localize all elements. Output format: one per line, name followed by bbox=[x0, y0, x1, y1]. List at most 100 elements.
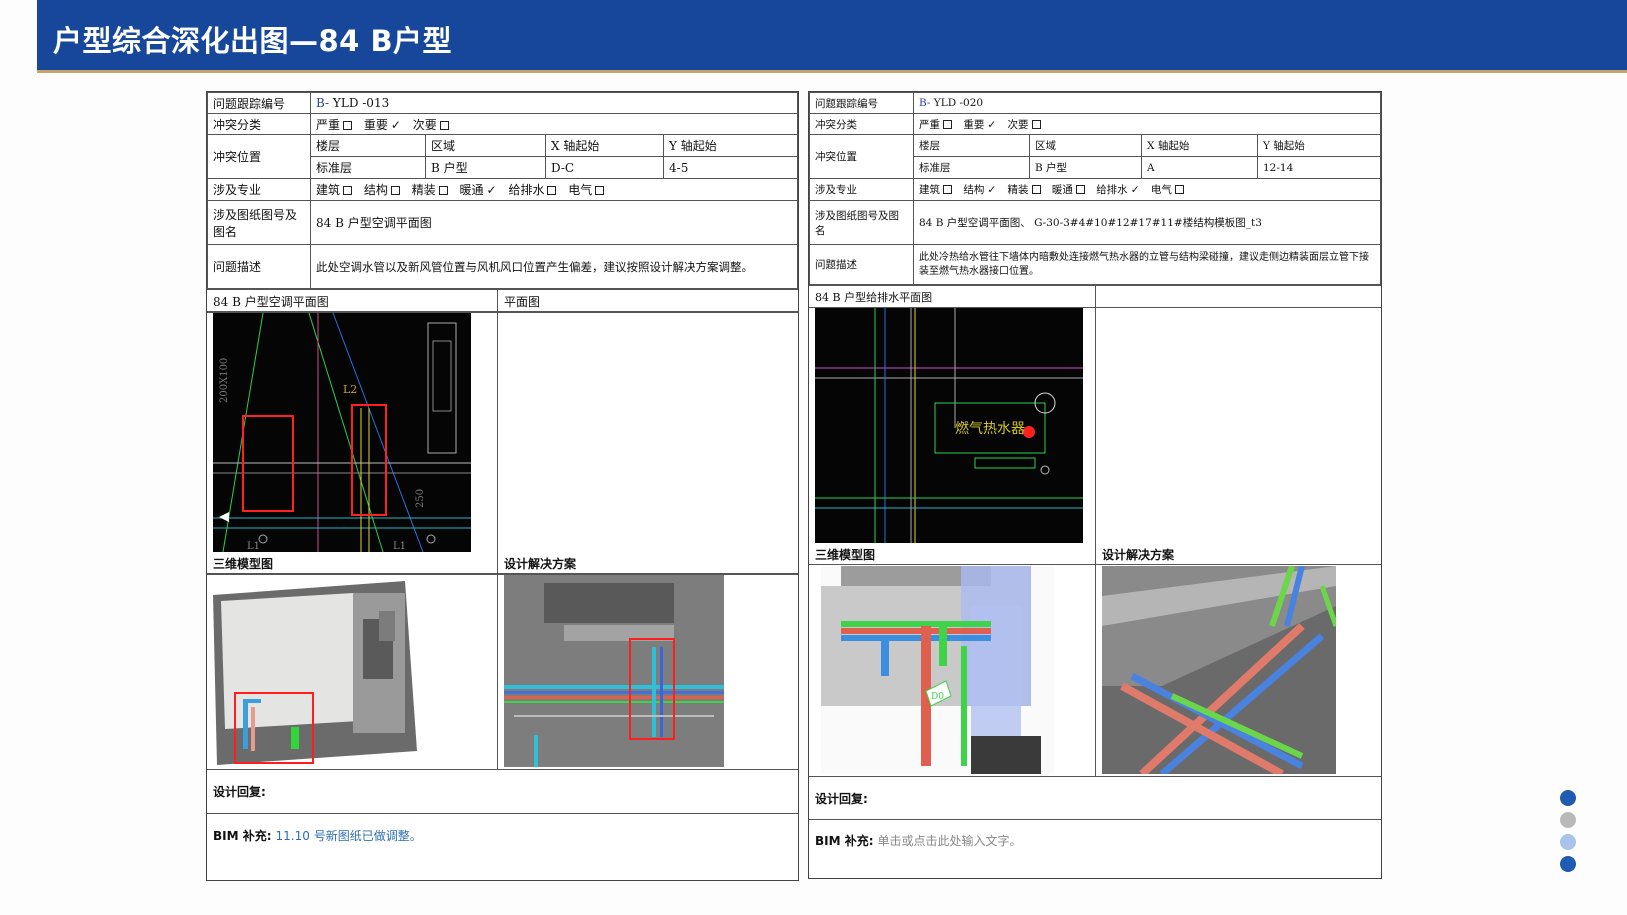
category-label: 冲突分类 bbox=[809, 113, 914, 135]
checkbox-icon[interactable] bbox=[1031, 119, 1041, 129]
plan-title-2 bbox=[1096, 286, 1381, 308]
location-area[interactable]: B 户型 bbox=[425, 156, 546, 179]
category-label: 冲突分类 bbox=[207, 113, 311, 135]
plan-title-2: 平面图 bbox=[498, 290, 798, 312]
page-title: 户型综合深化出图—84 B户型 bbox=[53, 24, 453, 58]
issue-form-right: 问题跟踪编号 B- YLD -020 冲突分类 严重 重要 ✓ 次要 冲突位置 楼… bbox=[809, 92, 1381, 285]
model-label: 三维模型图 bbox=[809, 543, 1095, 565]
location-head-area: 区域 bbox=[425, 134, 546, 157]
location-head-area: 区域 bbox=[1029, 134, 1142, 157]
drawing-value[interactable]: 84 B 户型空调平面图、 G-30-3#4#10#12#17#11#楼结构模板… bbox=[913, 200, 1381, 245]
location-head-x: X 轴起始 bbox=[1141, 134, 1258, 157]
location-label: 冲突位置 bbox=[207, 134, 311, 179]
checkbox-icon[interactable] bbox=[390, 186, 400, 195]
issue-form-left: 问题跟踪编号 B- YLD -013 冲突分类 严重 重要 ✓ 次要 冲突位置 楼… bbox=[207, 92, 798, 289]
slide-dot-2[interactable] bbox=[1560, 812, 1576, 828]
drawings-grid-right: 84 B 户型给排水平面图 燃气热水器 三维模型图 设计解决方案 D0 设计回复… bbox=[809, 285, 1381, 882]
cad-label-l1: L1 bbox=[247, 541, 260, 552]
checkbox-icon[interactable] bbox=[1075, 185, 1085, 194]
plan-title-1: 84 B 户型空调平面图 bbox=[207, 290, 497, 312]
bim-supplement-label: BIM 补充: bbox=[213, 828, 272, 843]
bim-supplement-value[interactable]: 单击或点击此处输入文字。 bbox=[878, 832, 1022, 849]
check-icon[interactable]: ✓ bbox=[987, 184, 996, 196]
location-head-y: Y 轴起始 bbox=[663, 134, 798, 157]
discipline-options[interactable]: 建筑 结构 精装 暖通 ✓ 给排水 电气 bbox=[310, 178, 798, 201]
solution-image bbox=[504, 575, 724, 767]
description-label: 问题描述 bbox=[207, 244, 311, 289]
location-head-y: Y 轴起始 bbox=[1257, 134, 1381, 157]
check-icon[interactable]: ✓ bbox=[391, 118, 401, 132]
location-x[interactable]: A bbox=[1141, 156, 1258, 179]
model-3d-image bbox=[213, 581, 417, 765]
cad-plan-image: 燃气热水器 bbox=[815, 308, 1083, 543]
track-value[interactable]: B- YLD -020 bbox=[913, 92, 1381, 114]
drawings-grid-left: 84 B 户型空调平面图 平面图 L2 L1 L1 250 200X100 三维… bbox=[207, 289, 798, 884]
solution-label: 设计解决方案 bbox=[1096, 543, 1381, 565]
checkbox-icon[interactable] bbox=[1174, 185, 1184, 194]
cad-plan-image: L2 L1 L1 250 200X100 bbox=[213, 313, 471, 552]
plan-title-1: 84 B 户型给排水平面图 bbox=[809, 286, 1095, 308]
cad-label-l1b: L1 bbox=[393, 541, 406, 552]
location-head-floor: 楼层 bbox=[310, 134, 426, 157]
checkbox-icon[interactable] bbox=[438, 186, 448, 195]
checkbox-icon[interactable] bbox=[943, 185, 952, 194]
bim-supplement-label: BIM 补充: bbox=[815, 834, 874, 848]
category-options[interactable]: 严重 重要 ✓ 次要 bbox=[310, 113, 798, 135]
issue-sheet-left: 问题跟踪编号 B- YLD -013 冲突分类 严重 重要 ✓ 次要 冲突位置 楼… bbox=[206, 91, 799, 881]
check-icon[interactable]: ✓ bbox=[987, 119, 996, 131]
discipline-label: 涉及专业 bbox=[207, 178, 311, 201]
location-x[interactable]: D-C bbox=[545, 156, 664, 179]
category-options[interactable]: 严重 重要 ✓ 次要 bbox=[913, 113, 1381, 135]
slide-dot-4[interactable] bbox=[1560, 856, 1576, 872]
design-reply-row: 设计回复: bbox=[207, 769, 798, 813]
description-label: 问题描述 bbox=[809, 244, 914, 285]
bim-supplement-row: BIM 补充: 单击或点击此处输入文字。 bbox=[809, 819, 1381, 861]
design-reply-row: 设计回复: bbox=[809, 776, 1381, 819]
checkbox-icon[interactable] bbox=[343, 186, 353, 195]
location-area[interactable]: B 户型 bbox=[1029, 156, 1142, 179]
checkbox-icon[interactable] bbox=[595, 186, 605, 195]
cad-label-l2: L2 bbox=[343, 383, 357, 396]
model-label: 三维模型图 bbox=[207, 552, 497, 574]
location-label: 冲突位置 bbox=[809, 134, 914, 179]
drawing-label: 涉及图纸图号及图名 bbox=[207, 200, 311, 245]
slide-dot-3[interactable] bbox=[1560, 834, 1576, 850]
design-reply-label: 设计回复: bbox=[213, 785, 266, 799]
bim-supplement-row: BIM 补充: 11.10 号新图纸已做调整。 bbox=[207, 813, 798, 856]
description-value[interactable]: 此处冷热给水管往下墙体内暗敷处连接燃气热水器的立管与结构梁碰撞，建议走侧边精装面… bbox=[913, 244, 1381, 285]
location-floor[interactable]: 标准层 bbox=[310, 156, 426, 179]
model-3d-image: D0 bbox=[821, 566, 1054, 774]
slide-pagination bbox=[1560, 790, 1576, 878]
issue-sheet-right: 问题跟踪编号 B- YLD -020 冲突分类 严重 重要 ✓ 次要 冲突位置 楼… bbox=[808, 91, 1382, 879]
checkbox-icon[interactable] bbox=[343, 120, 353, 130]
cad-label-250: 250 bbox=[415, 489, 426, 508]
checkbox-icon[interactable] bbox=[943, 119, 952, 129]
bim-supplement-value[interactable]: 11.10 号新图纸已做调整。 bbox=[276, 827, 422, 844]
track-value[interactable]: B- YLD -013 bbox=[310, 92, 798, 114]
title-banner: 户型综合深化出图—84 B户型 bbox=[37, 0, 1627, 73]
track-label: 问题跟踪编号 bbox=[809, 92, 914, 114]
description-value[interactable]: 此处空调水管以及新风管位置与风机风口位置产生偏差，建议按照设计解决方案调整。 bbox=[310, 244, 798, 289]
location-head-floor: 楼层 bbox=[913, 134, 1030, 157]
discipline-label: 涉及专业 bbox=[809, 178, 914, 201]
model-label-d0: D0 bbox=[931, 692, 944, 702]
location-y[interactable]: 4-5 bbox=[663, 156, 798, 179]
drawing-label: 涉及图纸图号及图名 bbox=[809, 200, 914, 245]
location-floor[interactable]: 标准层 bbox=[913, 156, 1030, 179]
location-y[interactable]: 12-14 bbox=[1257, 156, 1381, 179]
checkbox-icon[interactable] bbox=[439, 120, 449, 130]
track-label: 问题跟踪编号 bbox=[207, 92, 311, 114]
location-head-x: X 轴起始 bbox=[545, 134, 664, 157]
discipline-options[interactable]: 建筑 结构 ✓ 精装 暖通 给排水 ✓ 电气 bbox=[913, 178, 1381, 201]
design-reply-label: 设计回复: bbox=[815, 791, 868, 806]
checkbox-icon[interactable] bbox=[547, 186, 557, 195]
check-icon[interactable]: ✓ bbox=[487, 183, 497, 197]
slide-dot-1[interactable] bbox=[1560, 790, 1576, 806]
check-icon[interactable]: ✓ bbox=[1131, 184, 1140, 196]
solution-image bbox=[1102, 566, 1336, 774]
solution-label: 设计解决方案 bbox=[498, 552, 798, 574]
drawing-value[interactable]: 84 B 户型空调平面图 bbox=[310, 200, 798, 245]
cad-label-duct: 200X100 bbox=[219, 358, 230, 403]
cad-label-heater: 燃气热水器 bbox=[955, 420, 1025, 437]
checkbox-icon[interactable] bbox=[1031, 185, 1041, 194]
